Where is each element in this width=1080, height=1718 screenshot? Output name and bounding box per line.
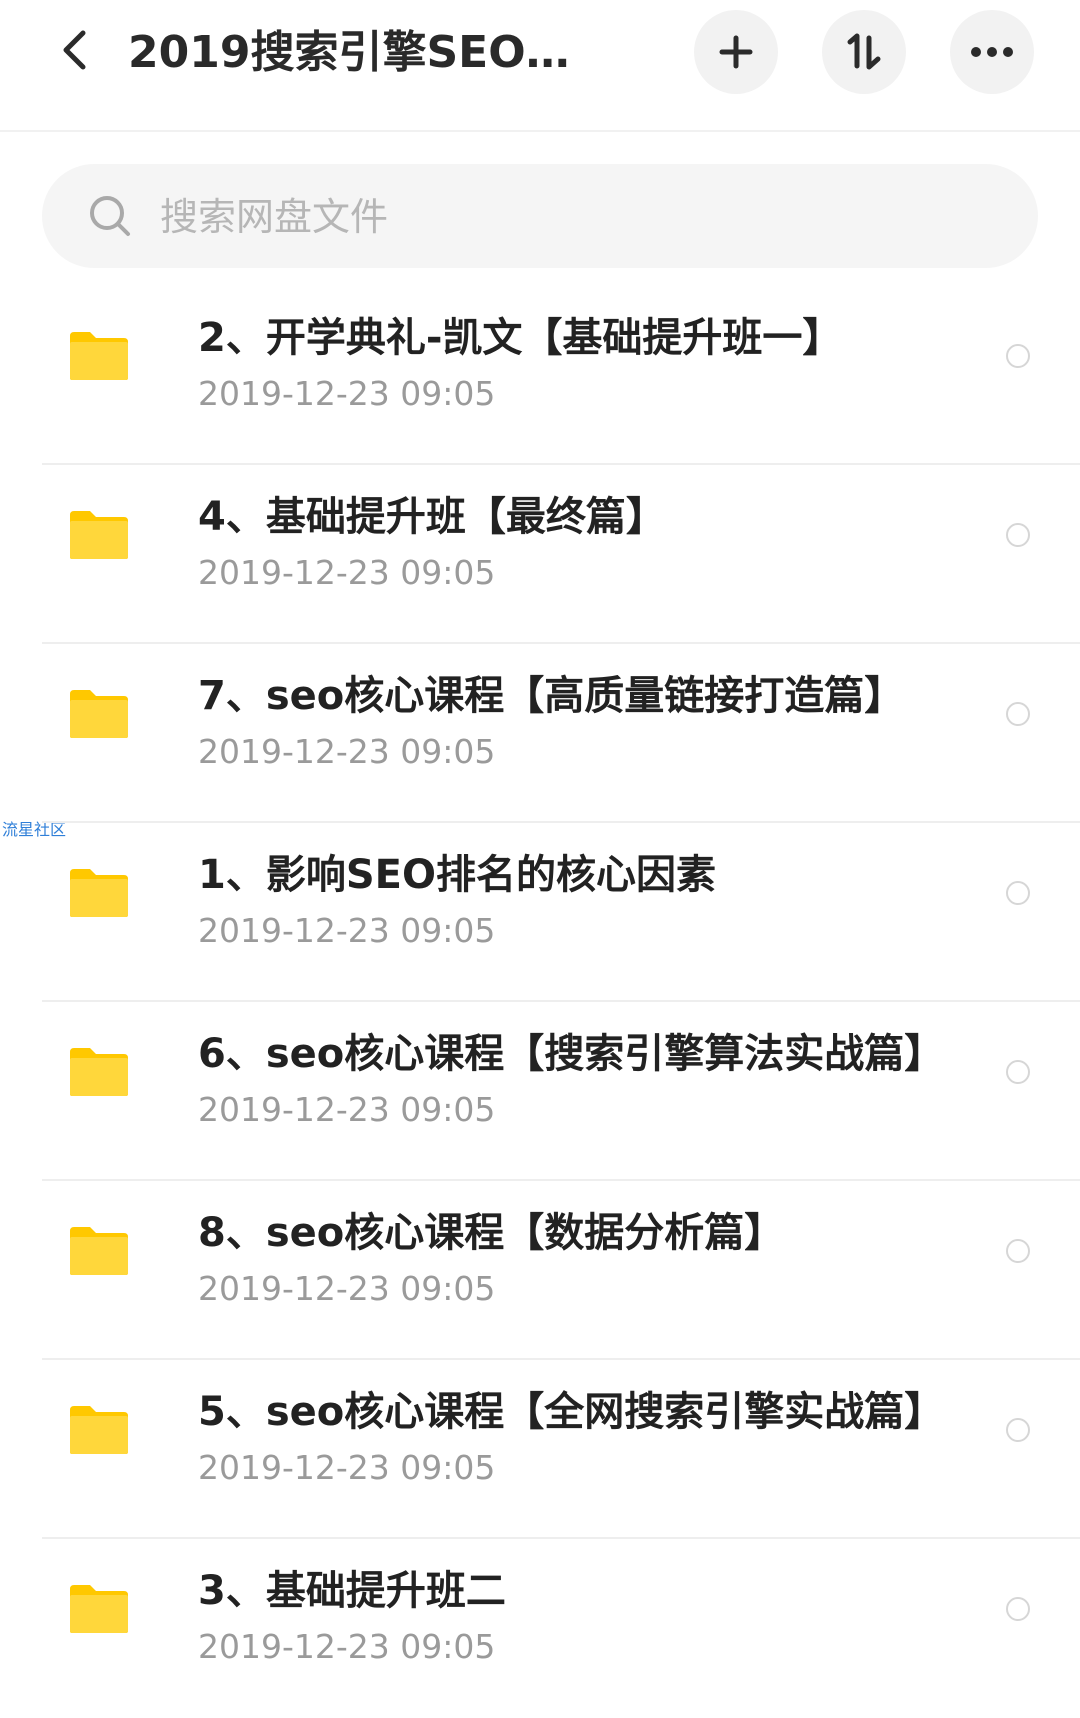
folder-icon (70, 332, 128, 380)
file-date: 2019-12-23 09:05 (198, 1448, 496, 1487)
file-name: 8、seo核心课程【数据分析篇】 (198, 1210, 785, 1256)
file-row[interactable]: 1、影响SEO排名的核心因素 2019-12-23 09:05 (0, 823, 1080, 1002)
folder-icon (70, 1048, 128, 1096)
file-name: 2、开学典礼-凯文【基础提升班一】 (198, 315, 843, 361)
select-checkbox[interactable] (1006, 523, 1030, 547)
page-title: 2019搜索引擎SEO优化课程 (128, 27, 608, 78)
folder-icon (70, 690, 128, 738)
folder-icon (70, 869, 128, 917)
file-name: 7、seo核心课程【高质量链接打造篇】 (198, 673, 905, 719)
file-row[interactable]: 8、seo核心课程【数据分析篇】 2019-12-23 09:05 (0, 1181, 1080, 1360)
file-name: 4、基础提升班【最终篇】 (198, 494, 666, 540)
file-row[interactable]: 3、基础提升班二 2019-12-23 09:05 (0, 1539, 1080, 1718)
select-checkbox[interactable] (1006, 1418, 1030, 1442)
plus-icon (719, 35, 753, 69)
file-name: 3、基础提升班二 (198, 1568, 506, 1614)
folder-icon (70, 1227, 128, 1275)
folder-icon (70, 1406, 128, 1454)
add-button[interactable] (694, 10, 778, 94)
file-date: 2019-12-23 09:05 (198, 1090, 496, 1129)
more-dots-icon (971, 47, 1013, 57)
file-date: 2019-12-23 09:05 (198, 1627, 496, 1666)
select-checkbox[interactable] (1006, 881, 1030, 905)
file-date: 2019-12-23 09:05 (198, 553, 496, 592)
file-date: 2019-12-23 09:05 (198, 374, 496, 413)
select-checkbox[interactable] (1006, 344, 1030, 368)
search-input[interactable] (158, 182, 982, 252)
sort-icon (847, 33, 881, 70)
chevron-left-icon (63, 30, 86, 70)
file-date: 2019-12-23 09:05 (198, 1269, 496, 1308)
select-checkbox[interactable] (1006, 1239, 1030, 1263)
file-row[interactable]: 4、基础提升班【最终篇】 2019-12-23 09:05 (0, 465, 1080, 644)
back-button[interactable] (46, 22, 102, 78)
top-app-bar: 2019搜索引擎SEO优化课程 (0, 0, 1080, 132)
select-checkbox[interactable] (1006, 1597, 1030, 1621)
sort-button[interactable] (822, 10, 906, 94)
folder-icon (70, 511, 128, 559)
select-checkbox[interactable] (1006, 1060, 1030, 1084)
file-date: 2019-12-23 09:05 (198, 732, 496, 771)
file-name: 5、seo核心课程【全网搜索引擎实战篇】 (198, 1389, 945, 1435)
select-checkbox[interactable] (1006, 702, 1030, 726)
folder-icon (70, 1585, 128, 1633)
more-button[interactable] (950, 10, 1034, 94)
file-row[interactable]: 2、开学典礼-凯文【基础提升班一】 2019-12-23 09:05 (0, 286, 1080, 465)
file-row[interactable]: 7、seo核心课程【高质量链接打造篇】 2019-12-23 09:05 (0, 644, 1080, 823)
search-icon (90, 196, 130, 236)
file-row[interactable]: 5、seo核心课程【全网搜索引擎实战篇】 2019-12-23 09:05 (0, 1360, 1080, 1539)
file-date: 2019-12-23 09:05 (198, 911, 496, 950)
file-name: 6、seo核心课程【搜索引擎算法实战篇】 (198, 1031, 945, 1077)
file-row[interactable]: 6、seo核心课程【搜索引擎算法实战篇】 2019-12-23 09:05 (0, 1002, 1080, 1181)
file-name: 1、影响SEO排名的核心因素 (198, 852, 716, 898)
file-list: 2、开学典礼-凯文【基础提升班一】 2019-12-23 09:05 4、基础提… (0, 286, 1080, 1718)
search-bar[interactable] (42, 164, 1038, 268)
